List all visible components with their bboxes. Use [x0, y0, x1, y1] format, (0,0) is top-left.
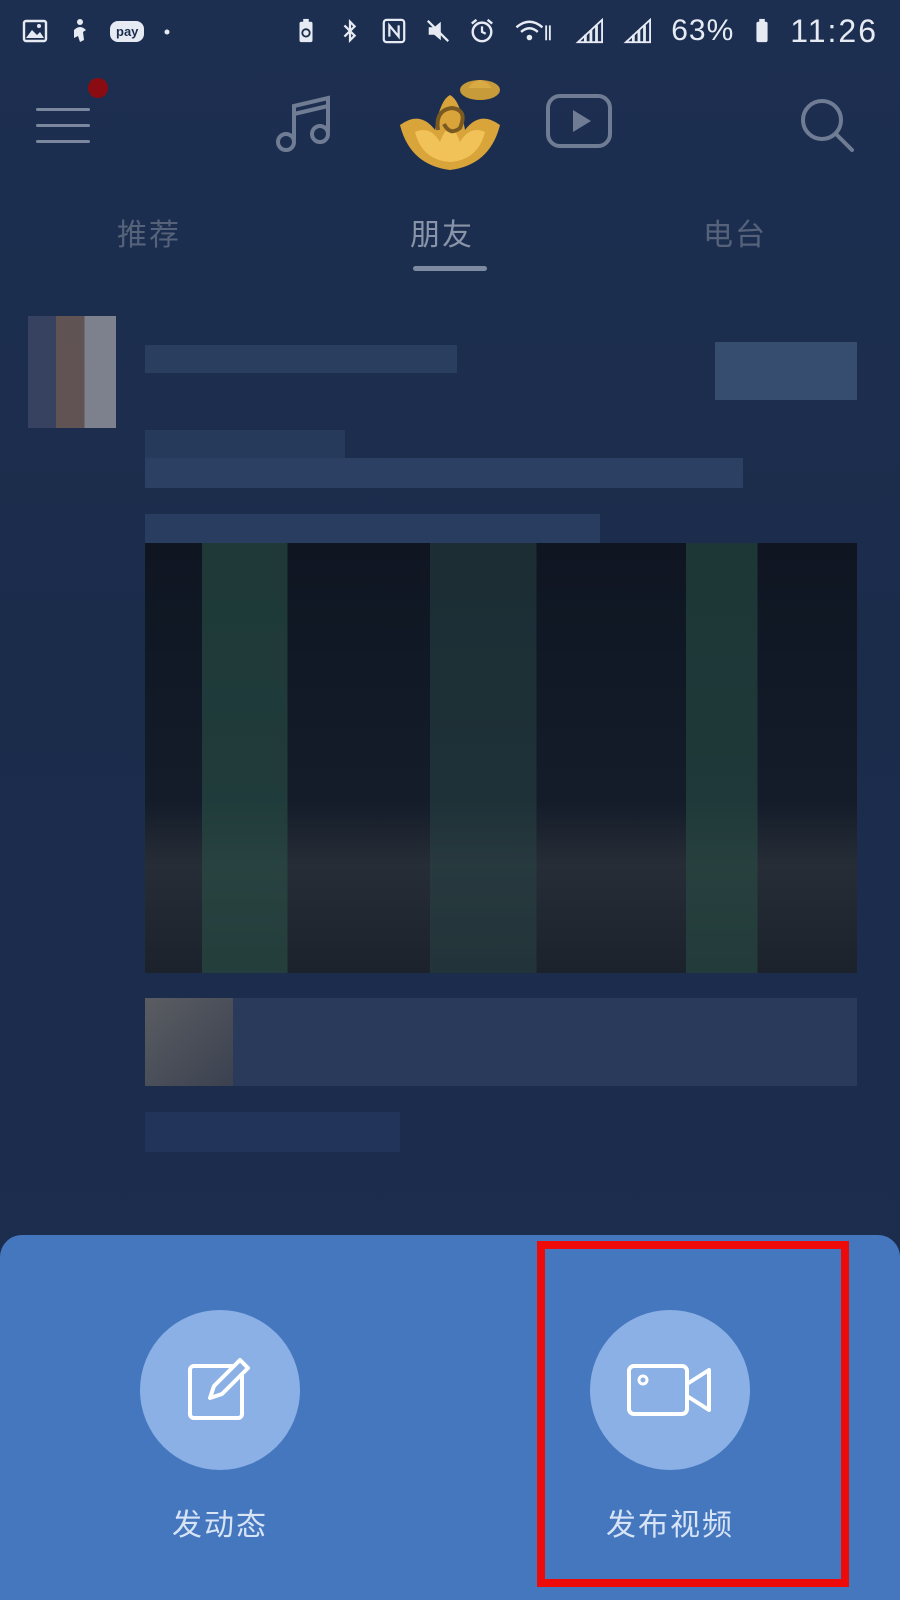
- tab-friends[interactable]: 朋友: [410, 210, 474, 254]
- post-meta-blur: [145, 1112, 400, 1152]
- signal-4g-icon: [623, 18, 652, 44]
- post-text-blur: [145, 514, 600, 544]
- music-note-icon[interactable]: [272, 92, 338, 158]
- menu-button[interactable]: [36, 102, 92, 146]
- username-blur: [145, 345, 457, 373]
- follow-button-blur[interactable]: [715, 342, 857, 400]
- tab-radio[interactable]: 电台: [703, 210, 767, 254]
- post-status-label: 发动态: [172, 1508, 268, 1543]
- menu-line: [36, 124, 90, 127]
- battery-saver-icon: [299, 18, 313, 43]
- search-icon[interactable]: [798, 96, 858, 156]
- edit-icon: [188, 1358, 250, 1420]
- menu-line: [36, 108, 90, 111]
- lotus-logo[interactable]: [390, 70, 510, 180]
- link-card-blur[interactable]: [145, 998, 857, 1086]
- alarm-icon: [471, 18, 494, 43]
- bluetooth-icon: [343, 19, 357, 43]
- wifi-icon: [515, 20, 552, 41]
- post-status-action[interactable]: 发动态: [70, 1310, 370, 1550]
- mute-icon: [427, 19, 450, 43]
- status-bar: pay 63% 11:26: [0, 0, 900, 62]
- pay-badge: pay: [110, 20, 145, 42]
- battery-percent: 63%: [671, 14, 735, 47]
- signal-icon: [575, 18, 604, 44]
- video-play-icon[interactable]: [545, 90, 615, 156]
- menu-line: [36, 140, 90, 143]
- highlight-box: [537, 1241, 849, 1587]
- post-text-blur: [145, 430, 345, 460]
- avatar[interactable]: [28, 316, 116, 428]
- gallery-icon: [22, 19, 48, 43]
- app-screen: pay 63% 11:26 推荐 朋友 电台 发动态 发布视频: [0, 0, 900, 1600]
- post-text-blur: [145, 458, 743, 488]
- tab-indicator: [413, 266, 487, 271]
- clock: 11:26: [790, 12, 878, 49]
- friends-feed[interactable]: [0, 290, 900, 1220]
- dot: [164, 29, 170, 35]
- top-header: [0, 70, 900, 180]
- post-image-blur[interactable]: [145, 543, 857, 973]
- figure-icon: [74, 19, 86, 42]
- nfc-icon: [382, 18, 406, 44]
- tab-recommend[interactable]: 推荐: [117, 210, 181, 254]
- battery-icon: [756, 18, 768, 43]
- post-status-button[interactable]: [140, 1310, 300, 1470]
- notification-dot: [88, 78, 108, 98]
